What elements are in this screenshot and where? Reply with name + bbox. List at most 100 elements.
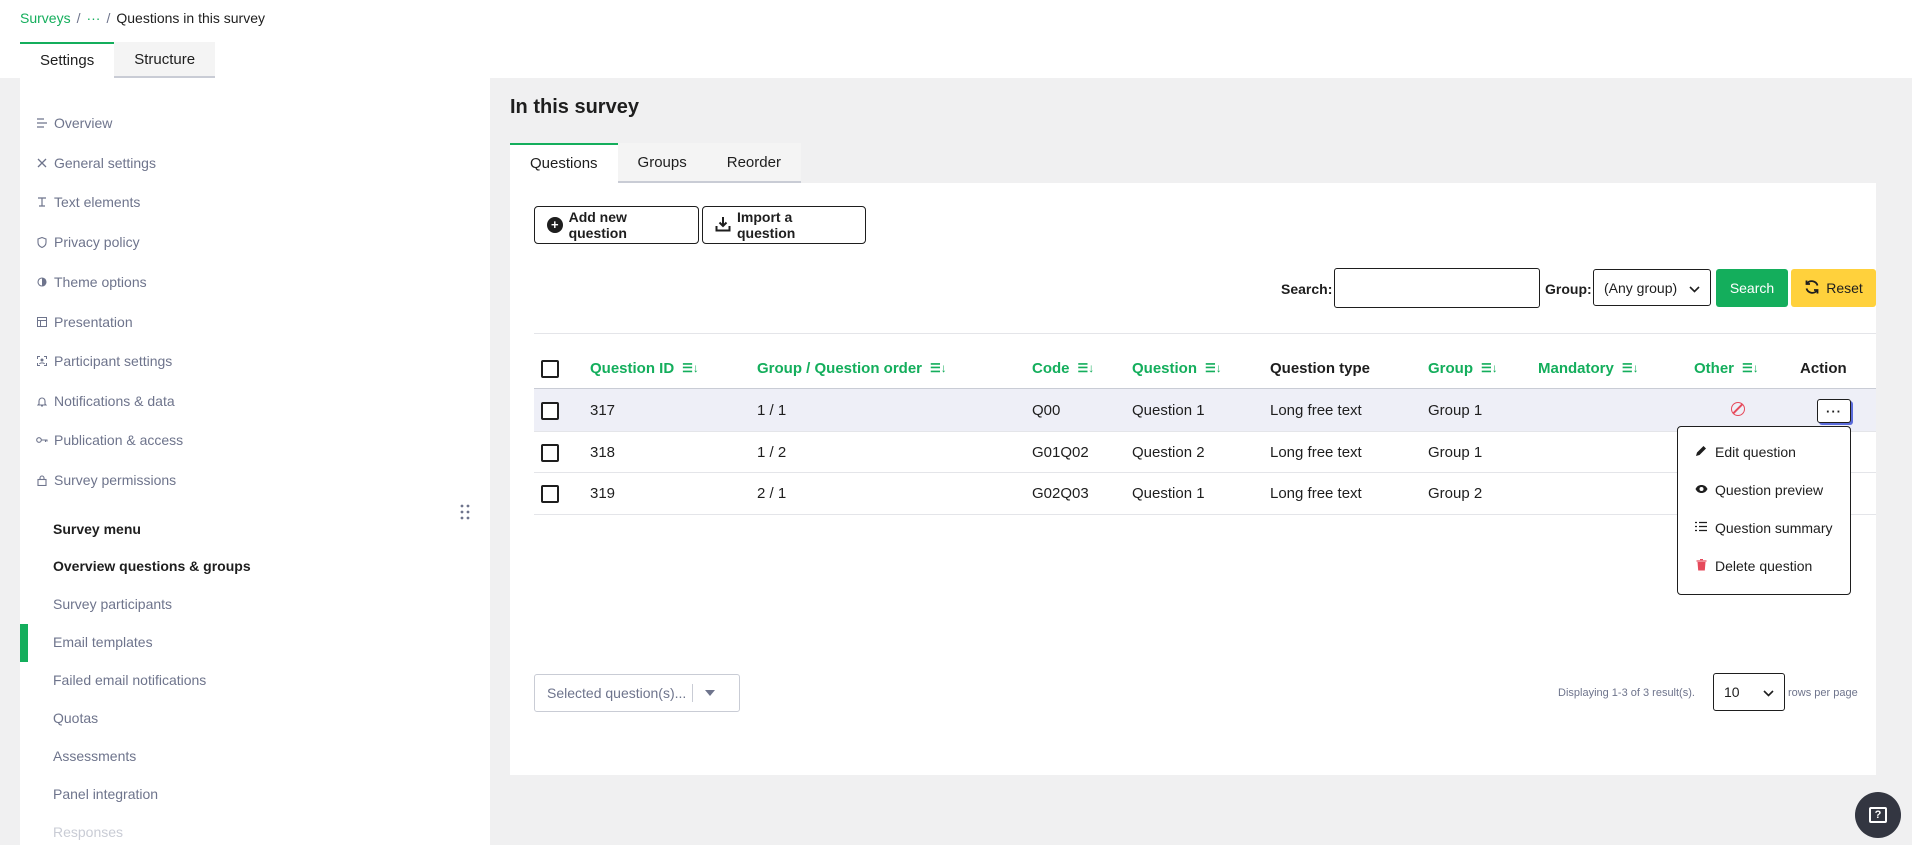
menu-item-panel-integration[interactable]: Panel integration: [53, 786, 158, 802]
sidebar-item-participant-settings[interactable]: Participant settings: [36, 349, 172, 373]
sort-icon: ☰↓: [1742, 361, 1759, 375]
table-row: [534, 432, 1876, 474]
tab-questions[interactable]: Questions: [510, 143, 618, 183]
column-group-question-order[interactable]: Group / Question order ☰↓: [757, 358, 947, 378]
cell-group: Group 1: [1428, 402, 1483, 419]
cell-question-id: 317: [590, 402, 616, 419]
sidebar-item-publication-access[interactable]: Publication & access: [36, 428, 183, 452]
list-icon: [36, 117, 48, 129]
menu-item-survey-participants[interactable]: Survey participants: [53, 596, 172, 612]
sort-icon: ☰↓: [682, 361, 699, 375]
row-checkbox[interactable]: [541, 444, 559, 462]
search-input[interactable]: [1334, 268, 1540, 308]
not-allowed-icon: [1731, 402, 1745, 416]
shield-icon: [36, 236, 48, 248]
divider: [534, 333, 1876, 334]
list-icon: [1695, 521, 1707, 535]
menu-question-summary[interactable]: Question summary: [1695, 520, 1832, 536]
trash-icon: [1695, 558, 1707, 574]
sidebar-item-presentation[interactable]: Presentation: [36, 310, 133, 334]
tab-settings[interactable]: Settings: [20, 42, 115, 78]
search-button-label: Search: [1729, 280, 1775, 296]
column-code[interactable]: Code ☰↓: [1032, 358, 1094, 378]
menu-item-label: Question preview: [1715, 482, 1824, 498]
cell-question: Question 2: [1132, 444, 1205, 461]
row-actions-button[interactable]: ···: [1817, 399, 1851, 423]
sidebar: Overview General settings Text elements …: [20, 78, 490, 845]
add-new-question-button[interactable]: + Add new question: [534, 206, 699, 244]
menu-item-assessments[interactable]: Assessments: [53, 748, 136, 764]
column-label: Action: [1800, 359, 1847, 377]
search-button[interactable]: Search: [1716, 269, 1788, 307]
row-actions-menu: Edit question Question preview Question …: [1677, 426, 1851, 595]
column-label: Group: [1428, 359, 1473, 377]
tab-reorder[interactable]: Reorder: [706, 143, 801, 183]
sidebar-item-label: Survey permissions: [54, 472, 177, 488]
breadcrumb-surveys[interactable]: Surveys: [20, 10, 71, 26]
sidebar-item-survey-permissions[interactable]: Survey permissions: [36, 468, 176, 492]
contrast-icon: [36, 276, 48, 288]
top-bar: Surveys / ··· / Questions in this survey…: [0, 0, 1912, 78]
menu-delete-question[interactable]: Delete question: [1695, 558, 1812, 574]
sidebar-item-label: Theme options: [54, 274, 147, 290]
menu-item-label: Delete question: [1715, 558, 1813, 574]
column-group[interactable]: Group ☰↓: [1428, 358, 1498, 378]
sort-icon: ☰↓: [1077, 361, 1095, 375]
reset-button-label: Reset: [1826, 280, 1863, 296]
sidebar-item-general-settings[interactable]: General settings: [36, 151, 156, 175]
select-all-checkbox[interactable]: [541, 360, 559, 378]
rows-per-page-label: rows per page: [1788, 687, 1858, 699]
row-checkbox[interactable]: [541, 485, 559, 503]
cell-question-type: Long free text: [1270, 402, 1362, 419]
tab-structure[interactable]: Structure: [114, 42, 216, 78]
refresh-icon: [1804, 279, 1820, 298]
import-question-button[interactable]: Import a question: [702, 206, 866, 244]
sidebar-item-text-elements[interactable]: Text elements: [36, 190, 140, 214]
menu-edit-question[interactable]: Edit question: [1695, 444, 1796, 460]
menu-item-quotas[interactable]: Quotas: [53, 710, 98, 726]
column-other[interactable]: Other ☰↓: [1694, 358, 1759, 378]
group-filter-select[interactable]: (Any group): [1593, 269, 1711, 306]
download-icon: [715, 216, 731, 235]
help-button[interactable]: ?: [1855, 792, 1901, 838]
lock-icon: [36, 474, 48, 486]
sidebar-item-label: General settings: [54, 155, 156, 171]
column-mandatory[interactable]: Mandatory ☰↓: [1538, 358, 1639, 378]
row-checkbox[interactable]: [541, 402, 559, 420]
sidebar-item-overview[interactable]: Overview: [36, 111, 112, 135]
bulk-action-select[interactable]: Selected question(s)...: [534, 674, 740, 712]
sidebar-item-label: Publication & access: [54, 432, 184, 448]
sidebar-item-label: Notifications & data: [54, 393, 175, 409]
table-row: [534, 389, 1876, 431]
menu-item-email-templates[interactable]: Email templates: [53, 634, 153, 650]
column-label: Question type: [1270, 359, 1371, 377]
sidebar-item-label: Participant settings: [54, 353, 173, 369]
sidebar-item-theme-options[interactable]: Theme options: [36, 270, 147, 294]
drag-handle-icon[interactable]: [460, 504, 470, 523]
column-question-id[interactable]: Question ID ☰↓: [590, 358, 699, 378]
layout-icon: [36, 316, 48, 328]
menu-item-failed-email-notifications[interactable]: Failed email notifications: [53, 672, 206, 688]
main-tabs: Questions Groups Reorder: [510, 143, 801, 183]
survey-menu-heading: Survey menu: [53, 521, 141, 537]
rows-per-page-select[interactable]: 10: [1713, 673, 1785, 711]
tab-groups[interactable]: Groups: [617, 143, 707, 183]
column-label: Question ID: [590, 359, 675, 377]
search-label: Search:: [1281, 281, 1333, 297]
pager-summary: Displaying 1-3 of 3 result(s).: [1558, 687, 1695, 699]
sidebar-item-privacy-policy[interactable]: Privacy policy: [36, 230, 140, 254]
sidebar-item-notifications[interactable]: Notifications & data: [36, 389, 175, 413]
chevron-down-icon: [1763, 684, 1774, 700]
reset-button[interactable]: Reset: [1791, 269, 1876, 307]
breadcrumb-separator: /: [76, 10, 81, 26]
menu-item-overview-questions-groups[interactable]: Overview questions & groups: [53, 558, 251, 574]
column-question[interactable]: Question ☰↓: [1132, 358, 1222, 378]
column-label: Code: [1032, 359, 1070, 377]
breadcrumb-ellipsis[interactable]: ···: [86, 10, 100, 26]
menu-item-responses[interactable]: Responses: [53, 824, 123, 840]
menu-question-preview[interactable]: Question preview: [1695, 482, 1823, 498]
add-new-question-label: Add new question: [568, 209, 627, 241]
cell-question-id: 319: [590, 485, 616, 502]
cell-code: G02Q03: [1032, 485, 1089, 502]
tools-icon: [36, 157, 48, 169]
